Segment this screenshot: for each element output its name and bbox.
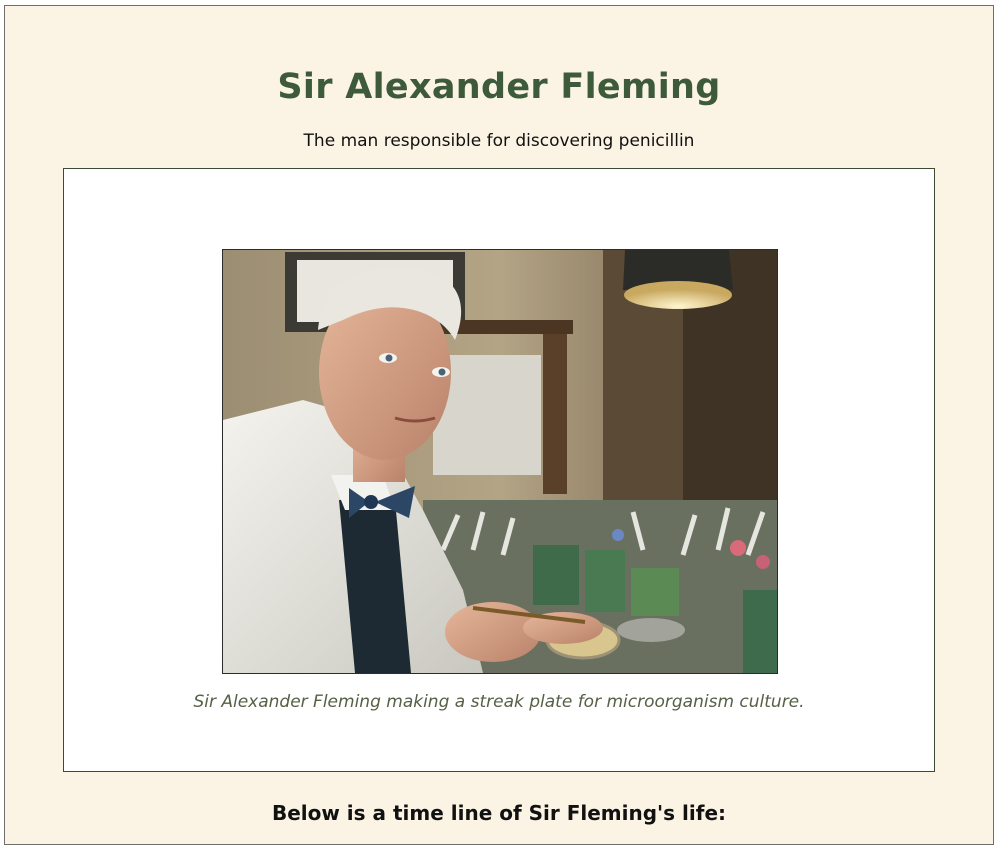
figure-box: Sir Alexander Fleming making a streak pl…	[63, 168, 935, 772]
page-subtitle: The man responsible for discovering peni…	[303, 131, 695, 151]
page-container: Sir Alexander Fleming The man responsibl…	[4, 5, 994, 845]
page-title: Sir Alexander Fleming	[277, 67, 721, 107]
fleming-photo	[222, 249, 778, 674]
photo-caption: Sir Alexander Fleming making a streak pl…	[193, 692, 805, 712]
timeline-heading: Below is a time line of Sir Fleming's li…	[271, 801, 727, 825]
